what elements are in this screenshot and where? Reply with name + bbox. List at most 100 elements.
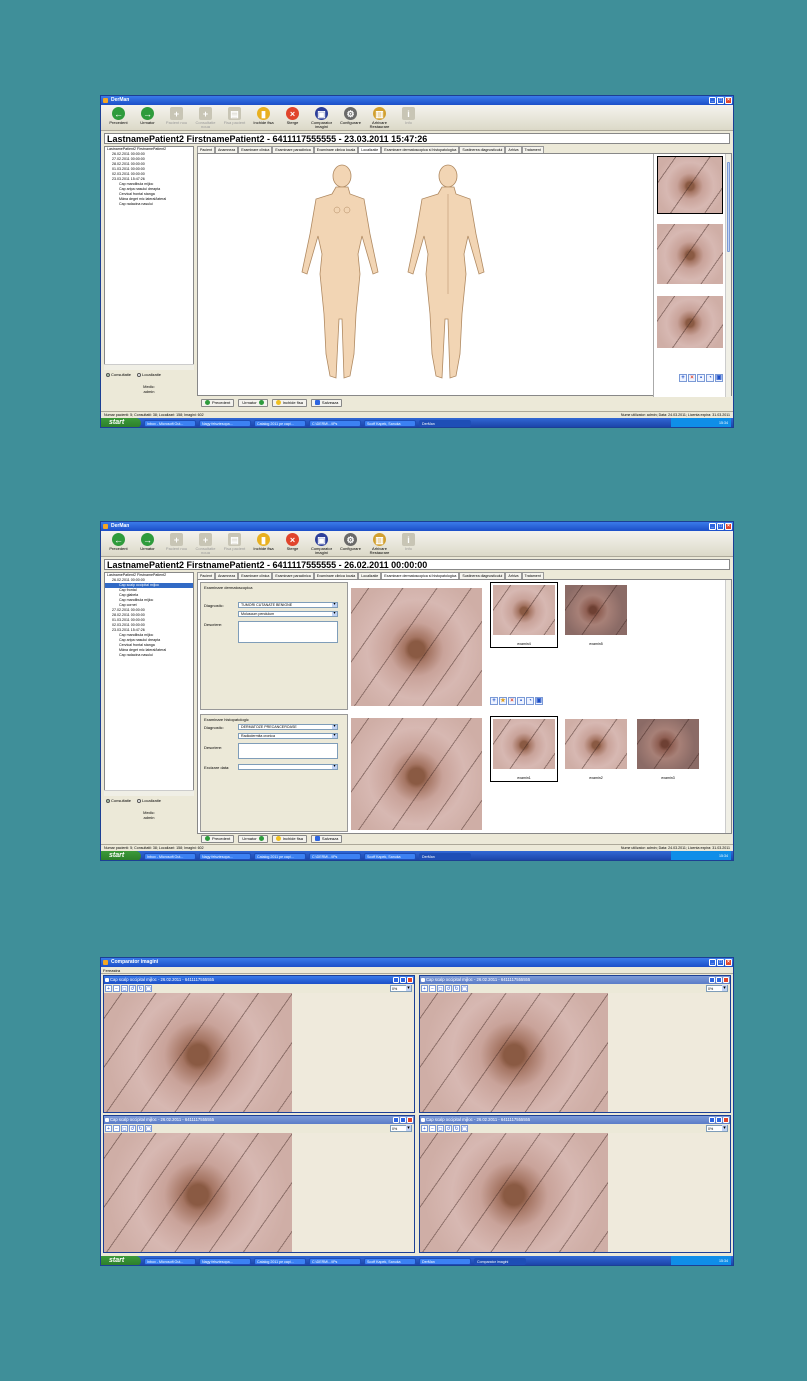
taskbar-item[interactable]: C:\DERM\...\IPs [309,1257,361,1265]
dermato-diag-select[interactable]: TUMORI CUTANATE BENIGNE [238,602,338,608]
taskbar-item[interactable]: C:\DERM\...\IPs [309,419,361,427]
add-image-icon[interactable]: + [490,697,498,705]
toolbar-button-7[interactable]: ▣ Comparator imagini [308,533,335,555]
histo-main-image[interactable] [351,718,482,830]
tree-node[interactable]: Cap radacina nasului [105,653,193,658]
menu-fereastra[interactable]: Fereastra [103,968,120,973]
toolbar-button-0[interactable]: ← Precedent [105,533,132,551]
zoom-select[interactable]: 0% [706,985,728,992]
zoom-out-icon[interactable]: − [113,1125,120,1132]
patient-tree[interactable]: LastnamePatient2 FirstnamePatient2 26.02.… [104,146,194,370]
toolbar-button-10[interactable]: i Info [395,533,422,551]
panel-close-button[interactable] [407,977,413,983]
radio-localizatie[interactable]: Localizatie [137,798,161,804]
save-button[interactable]: Salveaza [310,834,343,843]
taskbar-item[interactable]: Inbox - Microsoft Out... [144,852,196,860]
view-image-icon[interactable]: ▣ [535,697,543,705]
compare-image[interactable] [420,993,608,1112]
save-image-icon[interactable]: ▪ [517,697,525,705]
minimize-button[interactable]: _ [709,959,716,966]
toolbar-button-1[interactable]: → Urmator [134,533,161,551]
taskbar-item[interactable]: C:\DERM\...\IPs [309,852,361,860]
rotate-right-icon[interactable]: ↻ [137,985,144,992]
tab-0[interactable]: Pacient [197,572,215,579]
panel-close-button[interactable] [723,1117,729,1123]
start-button[interactable]: start [101,418,141,427]
panel-maximize-button[interactable] [400,1117,406,1123]
image-thumb-3[interactable] [657,296,723,348]
zoom-out-icon[interactable]: − [113,985,120,992]
toolbar-button-3[interactable]: + Consultatie noua [192,107,219,129]
panel-maximize-button[interactable] [400,977,406,983]
histo-thumb-1[interactable]: examin1 [490,716,558,782]
maximize-button[interactable]: □ [717,523,724,530]
star-image-icon[interactable]: ★ [499,697,507,705]
panel-maximize-button[interactable] [716,977,722,983]
toolbar-button-2[interactable]: + Pacient nou [163,107,190,125]
delete-image-icon[interactable]: × [688,374,696,382]
tab-1[interactable]: Anamneza [215,146,239,153]
fullscreen-icon[interactable]: ▢ [145,1125,152,1132]
close-button[interactable]: × [725,97,732,104]
add-image-icon[interactable]: + [679,374,687,382]
tree-node[interactable]: Cap radacina nasului [105,202,193,207]
rotate-right-icon[interactable]: ↻ [137,1125,144,1132]
maximize-button[interactable]: □ [717,97,724,104]
taskbar-item[interactable]: Inbox - Microsoft Out... [144,419,196,427]
tab-8[interactable]: Arhiva [505,572,522,579]
tab-7[interactable]: Sustinerea diagnosticului [459,146,506,153]
body-map[interactable] [238,154,598,397]
zoom-select[interactable]: 0% [706,1125,728,1132]
start-button[interactable]: start [101,851,141,860]
save-image-icon[interactable]: ▪ [697,374,705,382]
tab-2[interactable]: Examinare clinica [238,146,273,153]
patient-tree[interactable]: LastnamePatient2 FirstnamePatient2 26.02.… [104,572,194,796]
zoom-select[interactable]: 0% [390,985,412,992]
toolbar-button-3[interactable]: + Consultatie noua [192,533,219,555]
maximize-button[interactable]: □ [717,959,724,966]
tab-2[interactable]: Examinare clinica [238,572,273,579]
panel-close-button[interactable] [407,1117,413,1123]
panel-close-button[interactable] [723,977,729,983]
panel-minimize-button[interactable] [709,1117,715,1123]
tab-6[interactable]: Examinare dermatoscopica si histopatolog… [381,572,460,579]
compare-image[interactable] [104,993,292,1112]
toolbar-button-0[interactable]: ← Precedent [105,107,132,125]
toolbar-button-7[interactable]: ▣ Comparator imagini [308,107,335,129]
radio-localizatie[interactable]: Localizatie [137,372,161,378]
fullscreen-icon[interactable]: ▢ [461,985,468,992]
panel-minimize-button[interactable] [393,1117,399,1123]
image-thumb-2[interactable] [657,224,723,284]
toolbar-button-8[interactable]: ⚙ Configurare [337,533,364,551]
taskbar-item[interactable]: Catalog 2011 pe capi... [254,1257,306,1265]
taskbar-item[interactable]: Catalog 2011 pe capi... [254,419,306,427]
tab-1[interactable]: Anamneza [215,572,239,579]
tree-scrollbar[interactable] [104,790,194,796]
taskbar-item[interactable]: DerMan [419,1257,471,1265]
toolbar-button-1[interactable]: → Urmator [134,107,161,125]
toolbar-button-2[interactable]: + Pacient nou [163,533,190,551]
taskbar-item[interactable]: DerMan [419,419,471,427]
toolbar-button-6[interactable]: × Sterge [279,107,306,125]
zoom-in-icon[interactable]: + [421,1125,428,1132]
zoom-out-icon[interactable]: − [429,1125,436,1132]
panel-maximize-button[interactable] [716,1117,722,1123]
zoom-in-icon[interactable]: + [105,1125,112,1132]
histo-thumb-3[interactable]: examin3 [634,716,702,782]
close-file-button[interactable]: Inchide fisa [271,398,307,407]
fullscreen-icon[interactable]: ▢ [145,985,152,992]
zoom-select[interactable]: 0% [390,1125,412,1132]
start-button[interactable]: start [101,1256,141,1265]
delete-image-icon[interactable]: × [508,697,516,705]
close-file-button[interactable]: Inchide fisa [271,834,307,843]
histo-excision-select[interactable] [238,764,338,770]
rotate-right-icon[interactable]: ↻ [453,985,460,992]
tab-4[interactable]: Examinare clinica locala [313,572,359,579]
rotate-left-icon[interactable]: ↺ [445,985,452,992]
rotate-left-icon[interactable]: ↺ [129,985,136,992]
tab-6[interactable]: Examinare dermatoscopica si histopatolog… [381,146,460,153]
compare-image[interactable] [104,1133,292,1252]
rotate-right-icon[interactable]: ↻ [453,1125,460,1132]
close-button[interactable]: × [725,523,732,530]
rotate-left-icon[interactable]: ↺ [445,1125,452,1132]
